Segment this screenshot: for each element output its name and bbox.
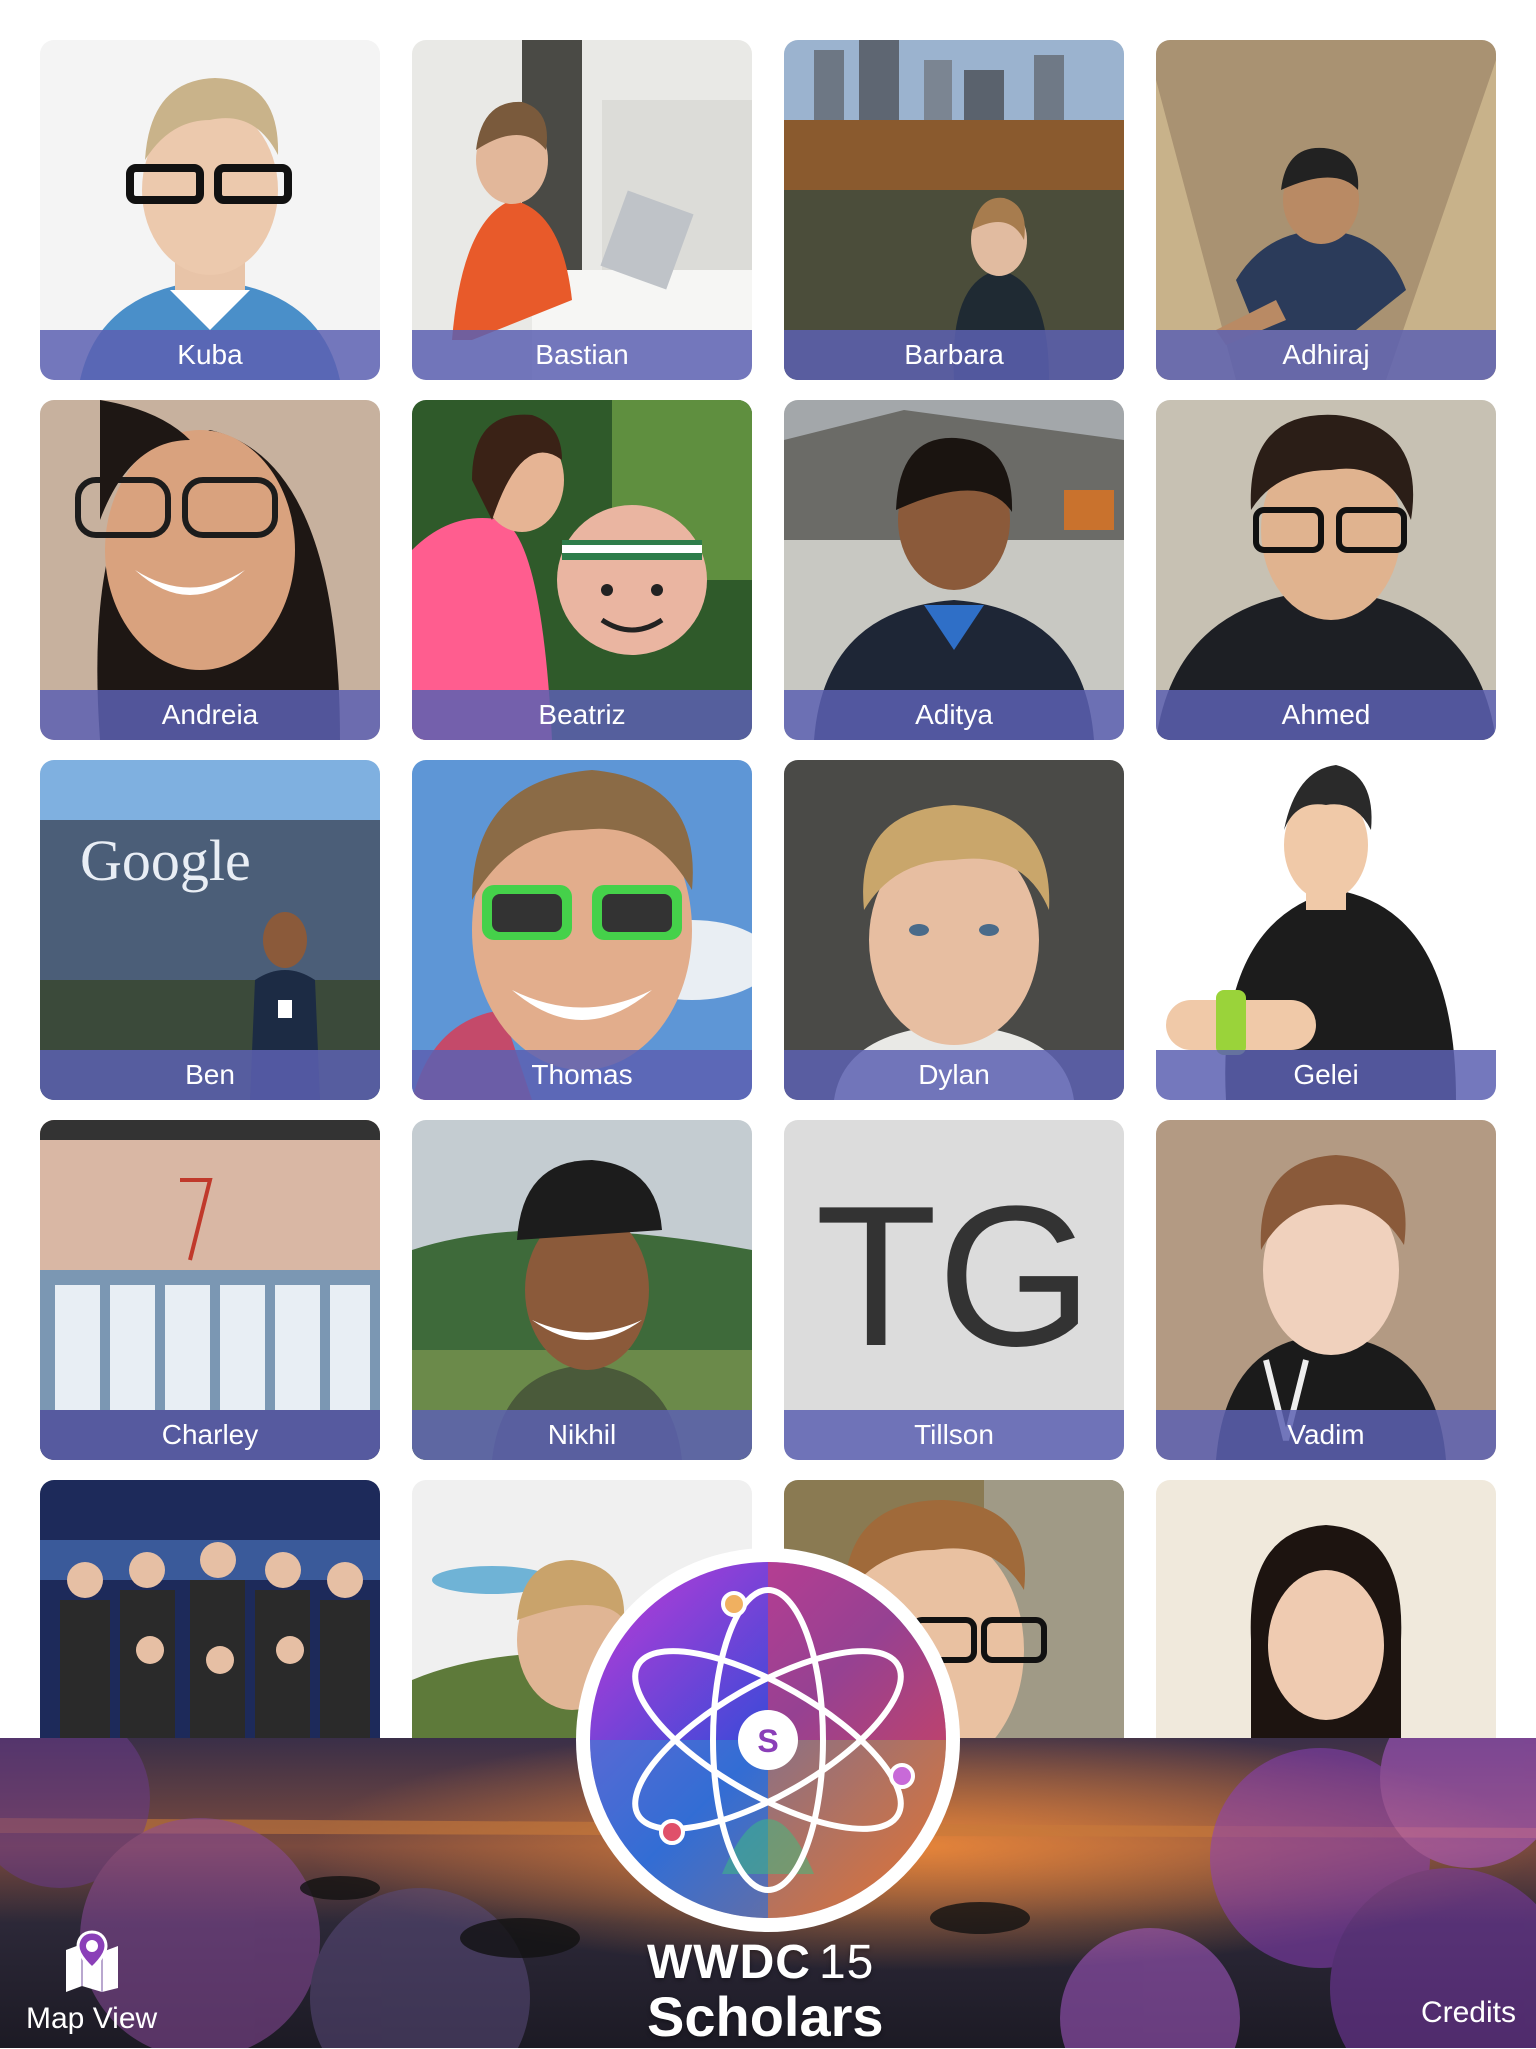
- scholar-photo: [412, 760, 752, 1100]
- google-sign: Google: [80, 828, 251, 893]
- scholar-tile-ben[interactable]: Google Ben: [40, 760, 380, 1100]
- brand-year: 15: [818, 1936, 875, 1989]
- scholar-name: Nikhil: [412, 1410, 752, 1460]
- scholar-photo: [1156, 1480, 1496, 1738]
- scholar-grid: Kuba Bastian Barbara Adhiraj Andreia Bea…: [0, 0, 1536, 1738]
- scholar-photo: [1156, 400, 1496, 740]
- brand-wwdc: WWDC: [647, 1936, 811, 1989]
- scholar-name: Beatriz: [412, 690, 752, 740]
- scholar-tile-thomas[interactable]: Thomas: [412, 760, 752, 1100]
- scholar-photo: Google: [40, 760, 380, 1100]
- scholar-tile-aditya[interactable]: Aditya: [784, 400, 1124, 740]
- credits-button[interactable]: Credits: [1421, 1996, 1516, 2030]
- scholar-tile-20[interactable]: [1156, 1480, 1496, 1738]
- scholar-photo: [784, 40, 1124, 380]
- scholar-tile-andreia[interactable]: Andreia: [40, 400, 380, 740]
- scholar-photo: [412, 400, 752, 740]
- scholar-name: Aditya: [784, 690, 1124, 740]
- scholar-name: Dylan: [784, 1050, 1124, 1100]
- scholar-photo: [1156, 40, 1496, 380]
- scholar-name: Kuba: [40, 330, 380, 380]
- brand-scholars: Scholars: [647, 1985, 884, 2048]
- scholar-tile-ahmed[interactable]: Ahmed: [1156, 400, 1496, 740]
- scholar-tile-kuba[interactable]: Kuba: [40, 40, 380, 380]
- scholar-tile-bastian[interactable]: Bastian: [412, 40, 752, 380]
- scholar-tile-gelei[interactable]: Gelei: [1156, 760, 1496, 1100]
- scholar-name: Bastian: [412, 330, 752, 380]
- scholar-tile-barbara[interactable]: Barbara: [784, 40, 1124, 380]
- scholar-photo: [1156, 760, 1496, 1100]
- scholar-name: Tillson: [784, 1410, 1124, 1460]
- scholar-name: Ben: [40, 1050, 380, 1100]
- scholars-logo: S: [572, 1544, 964, 1936]
- map-view-label: Map View: [26, 2002, 158, 2035]
- scholar-photo: [1156, 1120, 1496, 1460]
- scholar-name: Ahmed: [1156, 690, 1496, 740]
- brand-line-wwdc: WWDC 15: [647, 1935, 884, 1990]
- scholar-name: Charley: [40, 1410, 380, 1460]
- logo-letter: S: [757, 1723, 778, 1759]
- scholar-tile-17[interactable]: [40, 1480, 380, 1738]
- map-icon: [62, 1930, 122, 1992]
- scholar-photo: [40, 40, 380, 380]
- scholar-tile-dylan[interactable]: Dylan: [784, 760, 1124, 1100]
- map-view-button[interactable]: Map View: [22, 1930, 172, 2040]
- scholar-photo: TG: [784, 1120, 1124, 1460]
- scholar-photo: [412, 1120, 752, 1460]
- scholar-photo: [412, 40, 752, 380]
- scholar-name: Gelei: [1156, 1050, 1496, 1100]
- scholar-tile-tillson[interactable]: TG Tillson: [784, 1120, 1124, 1460]
- scholar-tile-charley[interactable]: Charley: [40, 1120, 380, 1460]
- scholar-tile-adhiraj[interactable]: Adhiraj: [1156, 40, 1496, 380]
- scholar-photo: [40, 1480, 380, 1738]
- tillson-initials: TG: [815, 1165, 1093, 1388]
- scholar-name: Adhiraj: [1156, 330, 1496, 380]
- brand-title: WWDC 15 Scholars: [647, 1935, 884, 2049]
- scholar-photo: [784, 400, 1124, 740]
- scholar-photo: [40, 400, 380, 740]
- scholar-photo: [40, 1120, 380, 1460]
- scholar-tile-beatriz[interactable]: Beatriz: [412, 400, 752, 740]
- scholar-name: Vadim: [1156, 1410, 1496, 1460]
- scholar-tile-vadim[interactable]: Vadim: [1156, 1120, 1496, 1460]
- scholar-photo: [784, 760, 1124, 1100]
- scholar-tile-nikhil[interactable]: Nikhil: [412, 1120, 752, 1460]
- scholar-name: Thomas: [412, 1050, 752, 1100]
- scholar-name: Andreia: [40, 690, 380, 740]
- scholar-name: Barbara: [784, 330, 1124, 380]
